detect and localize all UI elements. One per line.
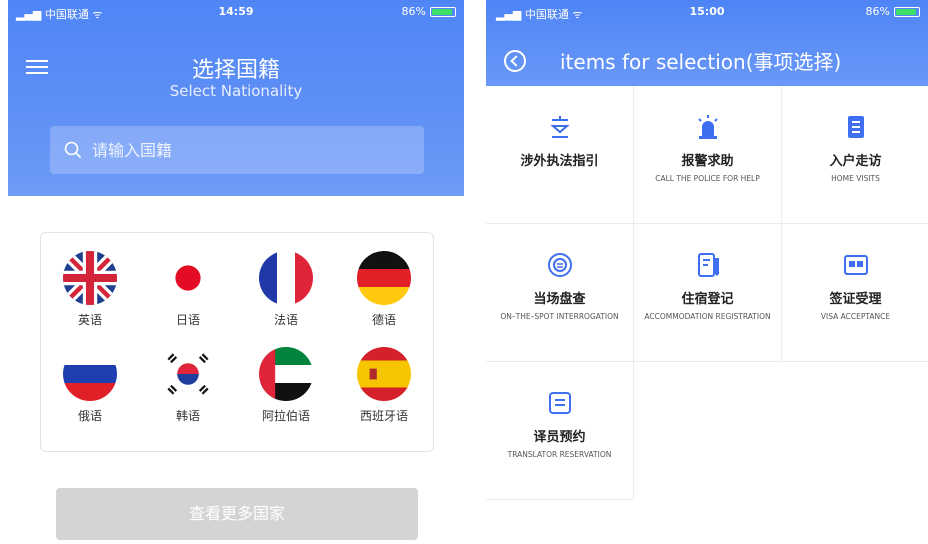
language-label: 韩语	[175, 409, 200, 423]
language-item-russian[interactable]: 俄语	[41, 347, 139, 443]
item-title: 住宿登记	[681, 292, 734, 307]
language-item-korean[interactable]: 韩语	[139, 347, 237, 443]
alarm-light-icon	[697, 115, 718, 139]
search-bar[interactable]	[50, 126, 424, 174]
item-home-visits[interactable]: 入户走访 HOME VISITS	[782, 86, 928, 224]
item-subtitle: ON–THE–SPOT INTERROGATION	[500, 312, 619, 321]
page-title: items for selection(事项选择)	[560, 50, 842, 74]
speech-bubble-icon	[547, 253, 572, 277]
korea-flag-icon	[161, 347, 215, 401]
item-title: 入户走访	[829, 154, 882, 169]
uk-flag-icon	[63, 251, 117, 305]
item-title: 译员预约	[533, 430, 586, 445]
item-foreign-law-guide[interactable]: 涉外执法指引	[486, 86, 634, 224]
clock: 14:59	[218, 5, 254, 18]
language-item-french[interactable]: 法语	[237, 251, 335, 347]
language-label: 德语	[371, 313, 396, 327]
item-call-police[interactable]: 报警求助 CALL THE POLICE FOR HELP	[634, 86, 782, 224]
language-label: 俄语	[77, 409, 102, 423]
id-card-icon	[843, 255, 868, 275]
germany-flag-icon	[357, 251, 411, 305]
item-on-the-spot-interrogation[interactable]: 当场盘查 ON–THE–SPOT INTERROGATION	[486, 224, 634, 362]
item-visa-acceptance[interactable]: 签证受理 VISA ACCEPTANCE	[782, 224, 928, 362]
status-bar: ▂▄▆ 中国联通 ᯤ 14:59 86%	[8, 0, 464, 24]
battery-icon	[894, 6, 920, 17]
header: ▂▄▆ 中国联通 ᯤ 14:59 86% 选择国籍 Select Nationa…	[8, 0, 464, 196]
language-item-japanese[interactable]: 日语	[139, 251, 237, 347]
item-title: 涉外执法指引	[520, 154, 599, 169]
registration-form-icon	[697, 253, 719, 277]
item-accommodation-registration[interactable]: 住宿登记 ACCOMMODATION REGISTRATION	[634, 224, 782, 362]
list-icon	[548, 392, 571, 414]
uae-flag-icon	[259, 347, 313, 401]
document-icon	[847, 116, 864, 138]
battery-status: 86%	[402, 5, 456, 18]
item-translator-reservation[interactable]: 译员预约 TRANSLATOR RESERVATION	[486, 362, 634, 500]
item-subtitle: TRANSLATOR RESERVATION	[507, 450, 612, 459]
language-label: 阿拉伯语	[261, 409, 310, 423]
language-item-german[interactable]: 德语	[335, 251, 433, 347]
language-item-english[interactable]: 英语	[41, 251, 139, 347]
language-item-arabic[interactable]: 阿拉伯语	[237, 347, 335, 443]
language-card: 英语 日语 法语 德语 俄语 韩语 阿拉伯语 西班牙语	[40, 232, 434, 452]
france-flag-icon	[259, 251, 313, 305]
battery-status: 86%	[866, 5, 920, 18]
carrier-label: ▂▄▆ 中国联通 ᯤ	[16, 8, 103, 21]
spain-flag-icon	[357, 347, 411, 401]
item-title: 报警求助	[681, 154, 734, 169]
language-label: 法语	[273, 313, 298, 327]
carrier-label: ▂▄▆ 中国联通 ᯤ	[496, 8, 583, 21]
language-label: 英语	[77, 313, 102, 327]
clock: 15:00	[689, 5, 725, 18]
japan-flag-icon	[161, 251, 215, 305]
items-selection-screen: ▂▄▆ 中国联通 ᯤ 15:00 86% items for selection…	[486, 0, 928, 544]
more-countries-button[interactable]: 查看更多国家	[56, 488, 418, 540]
status-bar: ▂▄▆ 中国联通 ᯤ 15:00 86%	[486, 0, 928, 24]
back-icon[interactable]	[504, 50, 526, 72]
item-subtitle: ACCOMMODATION REGISTRATION	[644, 312, 771, 321]
item-subtitle: CALL THE POLICE FOR HELP	[655, 174, 760, 183]
header: ▂▄▆ 中国联通 ᯤ 15:00 86% items for selection…	[486, 0, 928, 86]
page-subtitle: Select Nationality	[169, 82, 303, 100]
nationality-search-input[interactable]	[92, 140, 412, 160]
item-title: 当场盘查	[533, 292, 586, 307]
select-nationality-screen: ▂▄▆ 中国联通 ᯤ 14:59 86% 选择国籍 Select Nationa…	[0, 0, 470, 544]
language-label: 日语	[175, 313, 200, 327]
russia-flag-icon	[63, 347, 117, 401]
guide-icon	[549, 116, 570, 138]
item-subtitle: VISA ACCEPTANCE	[820, 312, 891, 321]
battery-icon	[430, 6, 456, 17]
language-label: 西班牙语	[359, 409, 408, 423]
page-title: 选择国籍	[191, 58, 280, 83]
language-item-spanish[interactable]: 西班牙语	[335, 347, 433, 443]
item-subtitle: HOME VISITS	[831, 174, 880, 183]
search-icon	[64, 141, 82, 159]
item-title: 签证受理	[829, 292, 882, 307]
